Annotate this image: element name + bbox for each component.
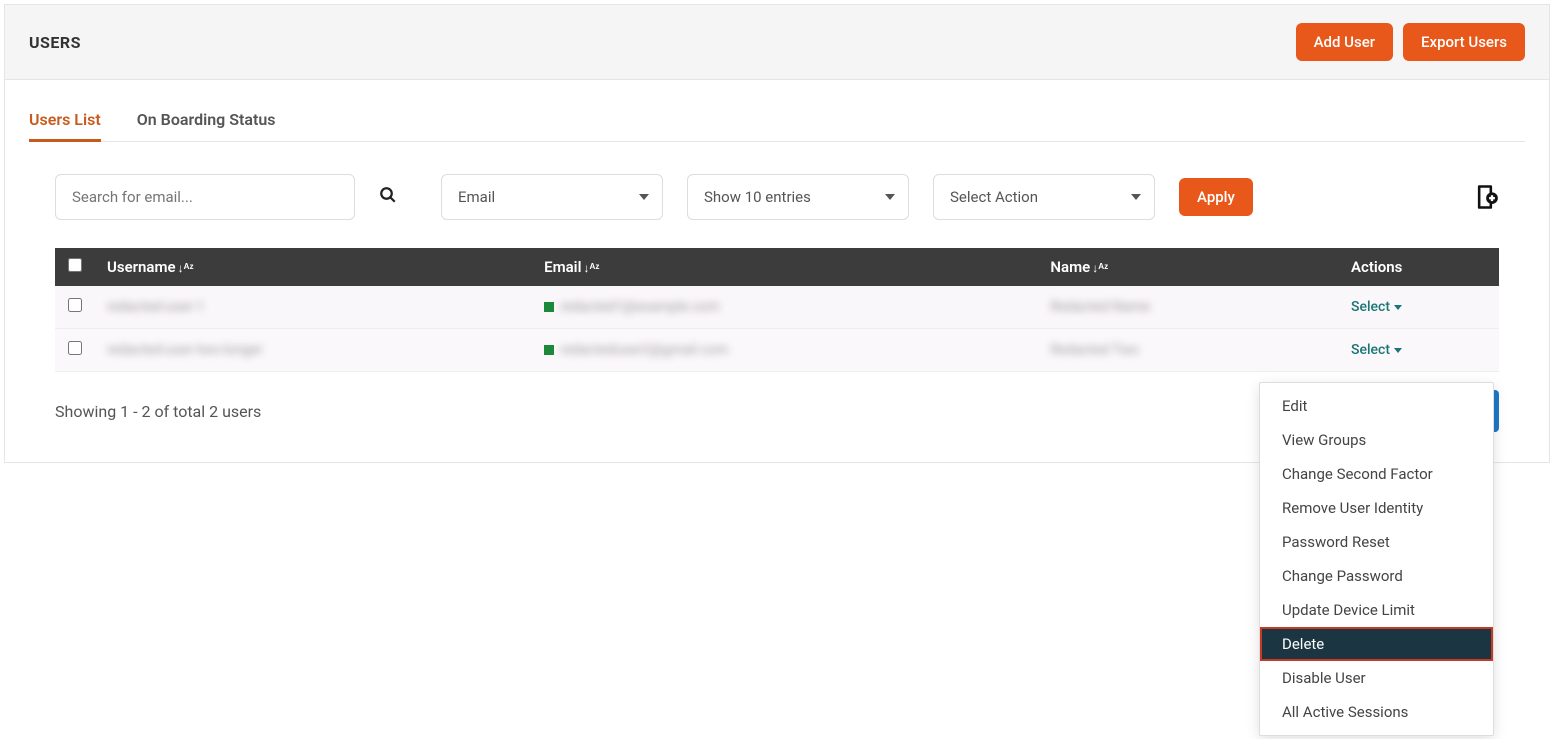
filter-by-select[interactable]: Email (441, 174, 663, 220)
chevron-down-icon (1394, 305, 1402, 310)
tab-onboarding-status[interactable]: On Boarding Status (137, 98, 276, 141)
cell-name: Redacted Name (1038, 286, 1339, 329)
sort-icon: ↓ᴬᶻ (178, 261, 194, 275)
dropdown-item-all-active-sessions[interactable]: All Active Sessions (1260, 695, 1493, 729)
sort-icon: ↓ᴬᶻ (583, 261, 599, 275)
dropdown-item-view-groups[interactable]: View Groups (1260, 423, 1493, 457)
apply-button[interactable]: Apply (1179, 178, 1253, 216)
table-header-row: Username↓ᴬᶻ Email↓ᴬᶻ Name↓ᴬᶻ Actions (55, 248, 1499, 286)
select-all-checkbox[interactable] (68, 258, 82, 272)
entries-select[interactable]: Show 10 entries (687, 174, 909, 220)
col-email[interactable]: Email↓ᴬᶻ (532, 248, 1038, 286)
search-input[interactable] (55, 174, 355, 220)
status-indicator (544, 302, 554, 312)
row-checkbox[interactable] (68, 298, 82, 312)
dropdown-item-disable-user[interactable]: Disable User (1260, 661, 1493, 695)
users-table: Username↓ᴬᶻ Email↓ᴬᶻ Name↓ᴬᶻ Actions red… (55, 248, 1499, 372)
filters-row: Email Show 10 entries Select Action Appl… (29, 174, 1525, 220)
tabs: Users List On Boarding Status (29, 98, 1525, 142)
row-select-action[interactable]: Select (1351, 299, 1402, 315)
dropdown-item-update-device-limit[interactable]: Update Device Limit (1260, 593, 1493, 627)
showing-text: Showing 1 - 2 of total 2 users (55, 402, 261, 421)
dropdown-item-delete[interactable]: Delete (1260, 627, 1493, 661)
add-device-icon[interactable] (1471, 183, 1499, 211)
page-header: USERS Add User Export Users (5, 5, 1549, 80)
dropdown-item-change-password[interactable]: Change Password (1260, 559, 1493, 593)
status-indicator (544, 345, 554, 355)
sort-icon: ↓ᴬᶻ (1092, 261, 1108, 275)
bulk-action-select[interactable]: Select Action (933, 174, 1155, 220)
cell-email: redacteduser2@gmail.com (532, 329, 1038, 372)
tab-users-list[interactable]: Users List (29, 98, 101, 141)
header-actions: Add User Export Users (1296, 23, 1525, 61)
col-username[interactable]: Username↓ᴬᶻ (95, 248, 532, 286)
dropdown-item-edit[interactable]: Edit (1260, 389, 1493, 423)
dropdown-item-change-second-factor[interactable]: Change Second Factor (1260, 457, 1493, 491)
cell-username: redacted-user-two-longer (95, 329, 532, 372)
dropdown-item-password-reset[interactable]: Password Reset (1260, 525, 1493, 559)
page-title: USERS (29, 33, 81, 52)
search-icon[interactable] (379, 186, 397, 209)
cell-actions: Select (1339, 329, 1499, 372)
row-action-dropdown: EditView GroupsChange Second FactorRemov… (1259, 382, 1494, 736)
row-select-action[interactable]: Select (1351, 342, 1402, 358)
table-row: redacted-user-two-longer redacteduser2@g… (55, 329, 1499, 372)
export-users-button[interactable]: Export Users (1403, 23, 1525, 61)
dropdown-item-remove-user-identity[interactable]: Remove User Identity (1260, 491, 1493, 525)
row-checkbox[interactable] (68, 341, 82, 355)
cell-email: redacted1@example.com (532, 286, 1038, 329)
cell-username: redacted-user-1 (95, 286, 532, 329)
cell-name: Redacted Two (1038, 329, 1339, 372)
cell-actions: Select (1339, 286, 1499, 329)
select-all-header (55, 248, 95, 286)
chevron-down-icon (1394, 348, 1402, 353)
add-user-button[interactable]: Add User (1296, 23, 1393, 61)
col-actions: Actions (1339, 248, 1499, 286)
col-name[interactable]: Name↓ᴬᶻ (1038, 248, 1339, 286)
table-row: redacted-user-1 redacted1@example.com Re… (55, 286, 1499, 329)
